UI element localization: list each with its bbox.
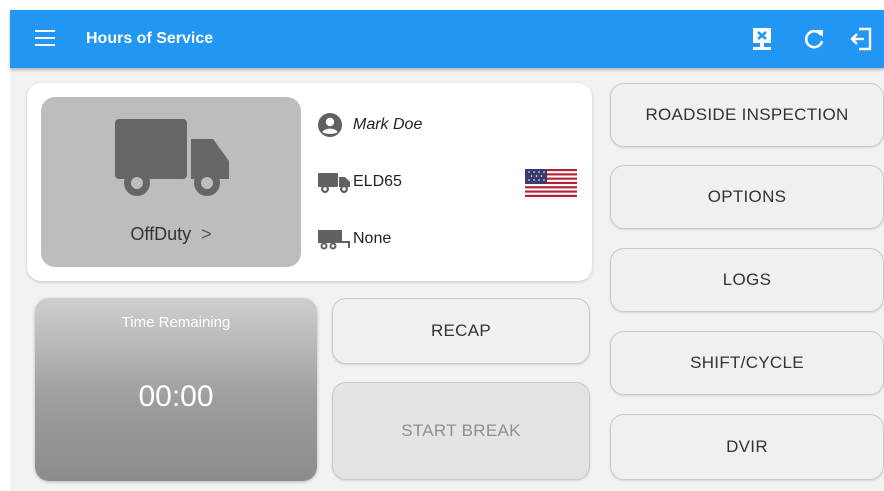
trailer-icon bbox=[318, 230, 350, 250]
options-button[interactable]: OPTIONS bbox=[610, 165, 884, 229]
time-remaining-card: Time Remaining 00:00 bbox=[35, 298, 317, 481]
chevron-right-icon: > bbox=[201, 224, 212, 244]
vehicle-truck-icon bbox=[318, 173, 350, 193]
dvir-button[interactable]: DVIR bbox=[610, 414, 884, 480]
time-remaining-label: Time Remaining bbox=[121, 314, 231, 331]
us-flag-icon bbox=[525, 169, 577, 197]
vehicle-id: ELD65 bbox=[353, 173, 402, 190]
app-bar: Hours of Service bbox=[10, 10, 884, 68]
duty-status-button[interactable]: OffDuty > bbox=[41, 97, 301, 267]
logout-icon[interactable] bbox=[848, 25, 876, 53]
vehicle-row: ELD65 bbox=[317, 167, 402, 197]
trailer-id: None bbox=[353, 230, 392, 247]
eld-monitor-icon[interactable] bbox=[748, 25, 776, 53]
driver-info-card: OffDuty > Mark Doe ELD65 None bbox=[27, 83, 592, 281]
page-title: Hours of Service bbox=[86, 30, 214, 47]
hos-screen: Hours of Service OffDuty > Mark Doe ELD6… bbox=[10, 10, 884, 491]
truck-icon bbox=[115, 119, 229, 196]
trailer-row: None bbox=[317, 224, 391, 254]
shift-cycle-button[interactable]: SHIFT/CYCLE bbox=[610, 331, 884, 395]
duty-status-label: OffDuty > bbox=[130, 224, 212, 244]
logs-button[interactable]: LOGS bbox=[610, 248, 884, 312]
driver-name: Mark Doe bbox=[353, 116, 423, 133]
menu-icon[interactable] bbox=[35, 30, 55, 46]
time-remaining-value: 00:00 bbox=[138, 380, 214, 413]
account-icon bbox=[318, 113, 342, 137]
driver-row: Mark Doe bbox=[317, 110, 422, 140]
refresh-icon[interactable] bbox=[800, 25, 828, 53]
roadside-inspection-button[interactable]: ROADSIDE INSPECTION bbox=[610, 83, 884, 147]
start-break-button[interactable]: START BREAK bbox=[332, 382, 590, 480]
recap-button[interactable]: RECAP bbox=[332, 298, 590, 364]
